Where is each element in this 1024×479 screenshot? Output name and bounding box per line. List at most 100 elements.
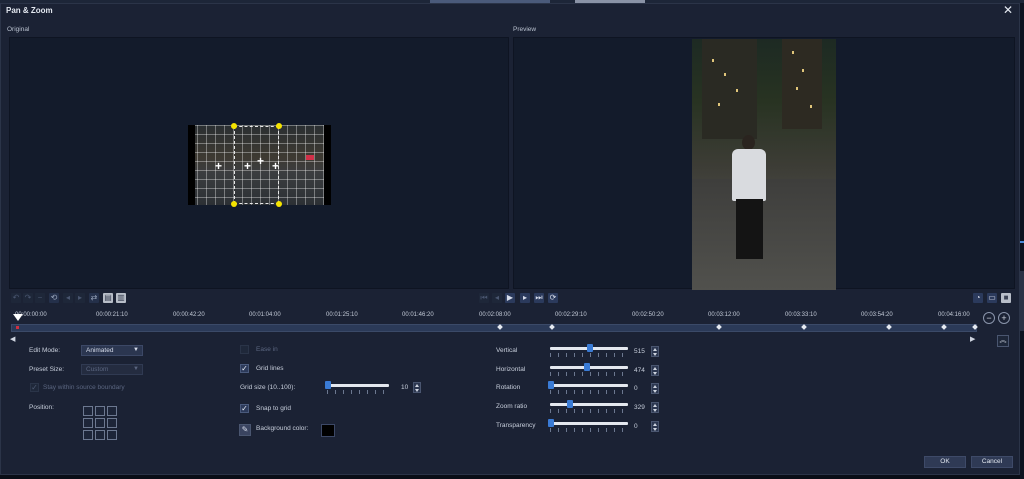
- original-pane[interactable]: + + + +: [9, 37, 509, 289]
- spin-up-icon[interactable]: [653, 385, 657, 388]
- spin-down-icon[interactable]: [653, 353, 657, 356]
- ok-button[interactable]: OK: [924, 456, 966, 468]
- playhead[interactable]: [13, 314, 23, 321]
- go-to-start-icon[interactable]: ⏮: [479, 293, 489, 303]
- play-icon[interactable]: ▶: [505, 293, 515, 303]
- speed-icon[interactable]: ◔: [973, 293, 983, 303]
- grid-size-slider-thumb[interactable]: [325, 381, 331, 389]
- spin-up-icon[interactable]: [653, 348, 657, 351]
- horizontal-label: Horizontal: [496, 366, 526, 373]
- redo-icon[interactable]: ↷: [23, 293, 33, 303]
- horizontal-spinner[interactable]: [651, 365, 659, 376]
- zoom-in-icon[interactable]: +: [998, 312, 1010, 324]
- vertical-slider-thumb[interactable]: [587, 344, 593, 352]
- swap-icon[interactable]: ⇄: [89, 293, 99, 303]
- vertical-spinner[interactable]: [651, 346, 659, 357]
- position-top-left[interactable]: [83, 406, 93, 416]
- grid-size-slider-track[interactable]: [327, 384, 389, 387]
- previous-keyframe-icon[interactable]: ◂: [63, 293, 73, 303]
- scroll-right-icon[interactable]: ▶: [970, 335, 975, 343]
- resize-handle-top-left[interactable]: [231, 123, 237, 129]
- resize-handle-top-right[interactable]: [276, 123, 282, 129]
- preset-size-dropdown[interactable]: Custom ▼: [81, 364, 143, 375]
- stay-within-boundary-label: Stay within source boundary: [43, 384, 125, 391]
- current-keyframe-marker: [16, 326, 19, 329]
- timecode-label: 00:01:04:00: [249, 312, 281, 318]
- repeat-icon[interactable]: ⟳: [548, 293, 558, 303]
- position-bottom-right[interactable]: [107, 430, 117, 440]
- rotation-slider-ticks: [550, 390, 628, 394]
- rotation-slider-thumb[interactable]: [548, 381, 554, 389]
- window-light: [724, 73, 726, 76]
- position-bottom-center[interactable]: [95, 430, 105, 440]
- go-to-end-icon[interactable]: ⏭: [534, 293, 544, 303]
- transparency-spinner[interactable]: [651, 421, 659, 432]
- preset-size-value: Custom: [86, 366, 109, 373]
- next-frame-icon[interactable]: ▸: [520, 293, 530, 303]
- ease-in-label: Ease in: [256, 346, 278, 353]
- position-label: Position:: [29, 404, 54, 411]
- horizontal-value: 474: [634, 367, 645, 374]
- transparency-value: 0: [634, 423, 638, 430]
- undo-icon[interactable]: ↶: [11, 293, 21, 303]
- scroll-left-icon[interactable]: ◀: [10, 335, 15, 343]
- position-middle-left[interactable]: [83, 418, 93, 428]
- spin-up-icon[interactable]: [653, 367, 657, 370]
- position-center[interactable]: [95, 418, 105, 428]
- collapse-settings-icon[interactable]: ︽: [997, 335, 1009, 347]
- crosshair-icon[interactable]: +: [272, 160, 279, 172]
- zoom-ratio-value: 329: [634, 404, 645, 411]
- edit-mode-dropdown[interactable]: Animated ▼: [81, 345, 143, 356]
- spin-up-icon[interactable]: [653, 404, 657, 407]
- spin-up-icon[interactable]: [653, 423, 657, 426]
- resize-handle-bottom-left[interactable]: [231, 201, 237, 207]
- position-middle-right[interactable]: [107, 418, 117, 428]
- transparency-slider-track[interactable]: [550, 422, 628, 425]
- horizontal-slider-thumb[interactable]: [584, 363, 590, 371]
- fullscreen-icon[interactable]: ■: [1001, 293, 1011, 303]
- stay-within-boundary-checkbox[interactable]: ✓: [30, 383, 39, 392]
- snap-to-grid-checkbox[interactable]: ✓: [240, 404, 249, 413]
- previous-frame-icon[interactable]: ◂: [492, 293, 502, 303]
- timecode-label: 00:02:08:00: [479, 312, 511, 318]
- reset-icon[interactable]: ⟲: [49, 293, 59, 303]
- position-bottom-left[interactable]: [83, 430, 93, 440]
- grid-lines-checkbox[interactable]: ✓: [240, 364, 249, 373]
- zoom-ratio-slider-thumb[interactable]: [567, 400, 573, 408]
- position-top-right[interactable]: [107, 406, 117, 416]
- transparency-slider-ticks: [550, 428, 628, 432]
- spin-up-icon[interactable]: [415, 384, 419, 387]
- next-keyframe-icon[interactable]: ▸: [75, 293, 85, 303]
- copy-icon[interactable]: ▤: [103, 293, 113, 303]
- paste-icon[interactable]: ▥: [116, 293, 126, 303]
- cancel-button[interactable]: Cancel: [971, 456, 1013, 468]
- position-grid: [83, 406, 119, 442]
- pan-zoom-dialog: Pan & Zoom ✕ Original Preview + + + + ↶ …: [0, 3, 1020, 475]
- remove-keyframe-icon[interactable]: −: [35, 293, 45, 303]
- monitor-icon[interactable]: ▭: [987, 293, 997, 303]
- zoom-ratio-spinner[interactable]: [651, 402, 659, 413]
- spin-down-icon[interactable]: [653, 428, 657, 431]
- close-icon[interactable]: ✕: [1003, 3, 1013, 17]
- resize-handle-bottom-right[interactable]: [276, 201, 282, 207]
- transparency-slider-thumb[interactable]: [548, 419, 554, 427]
- background-color-swatch[interactable]: [321, 424, 335, 437]
- crosshair-icon[interactable]: +: [244, 160, 251, 172]
- crosshair-icon[interactable]: +: [257, 155, 264, 167]
- sidebar-accent: [1020, 241, 1024, 243]
- rotation-spinner[interactable]: [651, 383, 659, 394]
- keyframe-track[interactable]: [11, 324, 977, 332]
- spin-down-icon[interactable]: [653, 409, 657, 412]
- spin-down-icon[interactable]: [653, 372, 657, 375]
- rotation-slider-track[interactable]: [550, 384, 628, 387]
- crosshair-icon[interactable]: +: [215, 160, 222, 172]
- spin-down-icon[interactable]: [415, 389, 419, 392]
- spin-down-icon[interactable]: [653, 390, 657, 393]
- zoom-out-icon[interactable]: −: [983, 312, 995, 324]
- zoom-ratio-slider-track[interactable]: [550, 403, 628, 406]
- eyedropper-icon[interactable]: ✎: [239, 424, 251, 436]
- grid-size-spinner[interactable]: [413, 382, 421, 393]
- position-top-center[interactable]: [95, 406, 105, 416]
- ease-in-checkbox[interactable]: [240, 345, 249, 354]
- timeline-ruler[interactable]: 00:00:00:00 00:00:21:10 00:00:42:20 00:0…: [9, 311, 981, 325]
